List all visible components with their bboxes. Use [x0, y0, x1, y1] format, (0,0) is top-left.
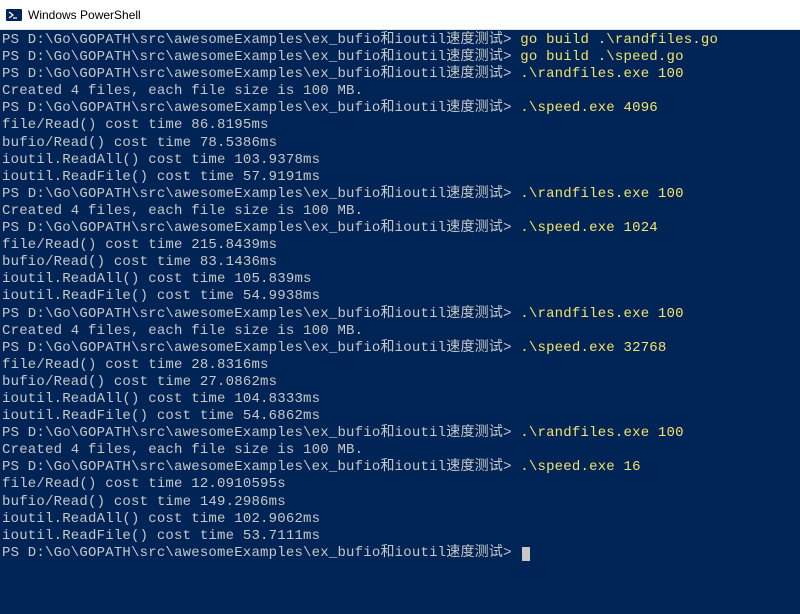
terminal-command-line: PS D:\Go\GOPATH\src\awesomeExamples\ex_b…: [2, 306, 800, 323]
terminal-command-line: PS D:\Go\GOPATH\src\awesomeExamples\ex_b…: [2, 66, 800, 83]
terminal-command-line: PS D:\Go\GOPATH\src\awesomeExamples\ex_b…: [2, 425, 800, 442]
terminal-output-line: ioutil.ReadFile() cost time 57.9191ms: [2, 169, 800, 186]
terminal-prompt-line: PS D:\Go\GOPATH\src\awesomeExamples\ex_b…: [2, 545, 800, 562]
output-text: file/Read() cost time 28.8316ms: [2, 357, 269, 373]
command-text: go build .\speed.go: [520, 49, 683, 65]
terminal-command-line: PS D:\Go\GOPATH\src\awesomeExamples\ex_b…: [2, 100, 800, 117]
terminal-output-line: ioutil.ReadAll() cost time 104.8333ms: [2, 391, 800, 408]
output-text: ioutil.ReadAll() cost time 105.839ms: [2, 271, 312, 287]
terminal-output-line: ioutil.ReadFile() cost time 53.7111ms: [2, 528, 800, 545]
output-text: ioutil.ReadAll() cost time 104.8333ms: [2, 391, 320, 407]
terminal-output-line: ioutil.ReadFile() cost time 54.6862ms: [2, 408, 800, 425]
output-text: ioutil.ReadFile() cost time 57.9191ms: [2, 169, 320, 185]
output-text: bufio/Read() cost time 27.0862ms: [2, 374, 277, 390]
prompt-text: PS D:\Go\GOPATH\src\awesomeExamples\ex_b…: [2, 220, 520, 236]
terminal-output-line: bufio/Read() cost time 78.5386ms: [2, 135, 800, 152]
window-title-bar[interactable]: Windows PowerShell: [0, 0, 800, 30]
output-text: ioutil.ReadFile() cost time 54.9938ms: [2, 288, 320, 304]
prompt-text: PS D:\Go\GOPATH\src\awesomeExamples\ex_b…: [2, 32, 520, 48]
terminal-output-line: bufio/Read() cost time 83.1436ms: [2, 254, 800, 271]
command-text: go build .\randfiles.go: [520, 32, 718, 48]
prompt-text: PS D:\Go\GOPATH\src\awesomeExamples\ex_b…: [2, 340, 520, 356]
output-text: ioutil.ReadFile() cost time 53.7111ms: [2, 528, 320, 544]
command-text: .\randfiles.exe 100: [520, 425, 683, 441]
terminal-command-line: PS D:\Go\GOPATH\src\awesomeExamples\ex_b…: [2, 186, 800, 203]
cursor-icon: [522, 547, 530, 561]
prompt-text: PS D:\Go\GOPATH\src\awesomeExamples\ex_b…: [2, 186, 520, 202]
powershell-icon: [6, 7, 22, 23]
command-text: .\randfiles.exe 100: [520, 186, 683, 202]
terminal-output-line: ioutil.ReadFile() cost time 54.9938ms: [2, 288, 800, 305]
output-text: Created 4 files, each file size is 100 M…: [2, 83, 363, 99]
command-text: .\speed.exe 4096: [520, 100, 658, 116]
output-text: ioutil.ReadFile() cost time 54.6862ms: [2, 408, 320, 424]
prompt-text: PS D:\Go\GOPATH\src\awesomeExamples\ex_b…: [2, 100, 520, 116]
output-text: ioutil.ReadAll() cost time 103.9378ms: [2, 152, 320, 168]
terminal-command-line: PS D:\Go\GOPATH\src\awesomeExamples\ex_b…: [2, 459, 800, 476]
terminal-output-line: ioutil.ReadAll() cost time 103.9378ms: [2, 152, 800, 169]
output-text: bufio/Read() cost time 83.1436ms: [2, 254, 277, 270]
output-text: Created 4 files, each file size is 100 M…: [2, 323, 363, 339]
terminal-output-line: ioutil.ReadAll() cost time 102.9062ms: [2, 511, 800, 528]
command-text: .\randfiles.exe 100: [520, 306, 683, 322]
terminal-output-line: Created 4 files, each file size is 100 M…: [2, 323, 800, 340]
prompt-text: PS D:\Go\GOPATH\src\awesomeExamples\ex_b…: [2, 306, 520, 322]
terminal-output-line: file/Read() cost time 12.0910595s: [2, 476, 800, 493]
terminal-output-line: bufio/Read() cost time 149.2986ms: [2, 494, 800, 511]
window-title: Windows PowerShell: [28, 8, 141, 22]
terminal-output-line: Created 4 files, each file size is 100 M…: [2, 442, 800, 459]
output-text: Created 4 files, each file size is 100 M…: [2, 203, 363, 219]
output-text: bufio/Read() cost time 78.5386ms: [2, 135, 277, 151]
terminal-command-line: PS D:\Go\GOPATH\src\awesomeExamples\ex_b…: [2, 32, 800, 49]
prompt-text: PS D:\Go\GOPATH\src\awesomeExamples\ex_b…: [2, 545, 520, 561]
terminal-command-line: PS D:\Go\GOPATH\src\awesomeExamples\ex_b…: [2, 340, 800, 357]
output-text: Created 4 files, each file size is 100 M…: [2, 442, 363, 458]
terminal-output-line: Created 4 files, each file size is 100 M…: [2, 203, 800, 220]
command-text: .\randfiles.exe 100: [520, 66, 683, 82]
prompt-text: PS D:\Go\GOPATH\src\awesomeExamples\ex_b…: [2, 66, 520, 82]
command-text: .\speed.exe 1024: [520, 220, 658, 236]
terminal-output-line: file/Read() cost time 215.8439ms: [2, 237, 800, 254]
prompt-text: PS D:\Go\GOPATH\src\awesomeExamples\ex_b…: [2, 459, 520, 475]
output-text: file/Read() cost time 12.0910595s: [2, 476, 286, 492]
output-text: file/Read() cost time 215.8439ms: [2, 237, 277, 253]
terminal-output-line: file/Read() cost time 86.8195ms: [2, 117, 800, 134]
command-text: .\speed.exe 32768: [520, 340, 666, 356]
output-text: ioutil.ReadAll() cost time 102.9062ms: [2, 511, 320, 527]
terminal-body[interactable]: PS D:\Go\GOPATH\src\awesomeExamples\ex_b…: [0, 30, 800, 614]
terminal-output-line: bufio/Read() cost time 27.0862ms: [2, 374, 800, 391]
output-text: file/Read() cost time 86.8195ms: [2, 117, 269, 133]
terminal-command-line: PS D:\Go\GOPATH\src\awesomeExamples\ex_b…: [2, 49, 800, 66]
terminal-command-line: PS D:\Go\GOPATH\src\awesomeExamples\ex_b…: [2, 220, 800, 237]
terminal-output-line: ioutil.ReadAll() cost time 105.839ms: [2, 271, 800, 288]
output-text: bufio/Read() cost time 149.2986ms: [2, 494, 286, 510]
terminal-output-line: Created 4 files, each file size is 100 M…: [2, 83, 800, 100]
terminal-output-line: file/Read() cost time 28.8316ms: [2, 357, 800, 374]
prompt-text: PS D:\Go\GOPATH\src\awesomeExamples\ex_b…: [2, 49, 520, 65]
command-text: .\speed.exe 16: [520, 459, 640, 475]
prompt-text: PS D:\Go\GOPATH\src\awesomeExamples\ex_b…: [2, 425, 520, 441]
